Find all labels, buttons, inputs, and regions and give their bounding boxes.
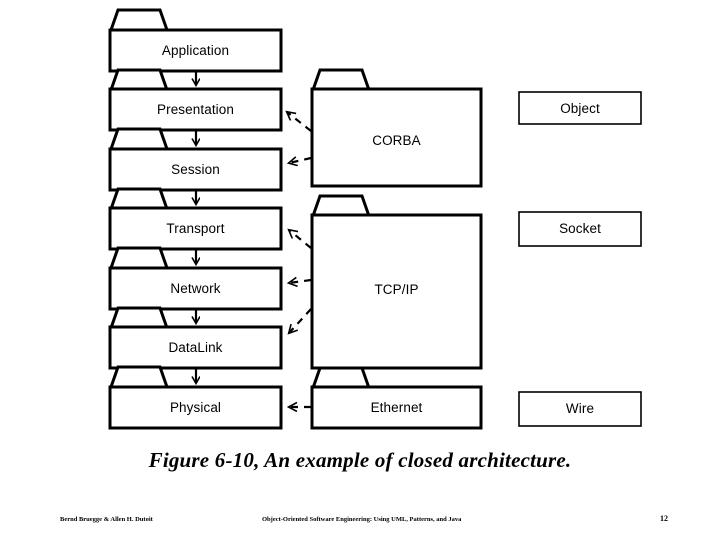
dep-corba-presentation xyxy=(287,112,312,132)
footer-page-number: 12 xyxy=(660,514,668,523)
dep-tcpip-transport xyxy=(289,230,312,249)
footer-authors: Bernd Bruegge & Allen H. Dutoit xyxy=(60,516,153,523)
label-presentation: Presentation xyxy=(157,102,234,117)
label-corba: CORBA xyxy=(372,133,421,148)
footer-book-title: Object-Oriented Software Engineering: Us… xyxy=(262,516,462,523)
label-network: Network xyxy=(170,281,221,296)
platform-group xyxy=(518,91,642,427)
dep-corba-session xyxy=(289,158,312,163)
label-socket: Socket xyxy=(559,221,601,236)
package-application xyxy=(108,8,283,73)
middleware-group xyxy=(310,68,483,430)
package-corba xyxy=(310,68,483,188)
label-tcpip: TCP/IP xyxy=(374,282,419,297)
label-object: Object xyxy=(560,101,600,116)
figure-caption: Figure 6-10, An example of closed archit… xyxy=(148,448,572,472)
label-application: Application xyxy=(161,43,230,58)
label-session: Session xyxy=(171,162,220,177)
package-ethernet xyxy=(310,366,483,430)
dep-tcpip-network xyxy=(289,280,312,283)
dep-tcpip-datalink xyxy=(289,308,312,333)
dependency-arrows xyxy=(287,112,312,407)
slide-canvas: Application Presentation Session Transpo… xyxy=(0,0,720,540)
label-wire: Wire xyxy=(565,401,595,416)
label-transport: Transport xyxy=(166,221,225,236)
label-ethernet: Ethernet xyxy=(370,400,423,415)
label-datalink: DataLink xyxy=(168,340,223,355)
label-physical: Physical xyxy=(169,400,222,415)
